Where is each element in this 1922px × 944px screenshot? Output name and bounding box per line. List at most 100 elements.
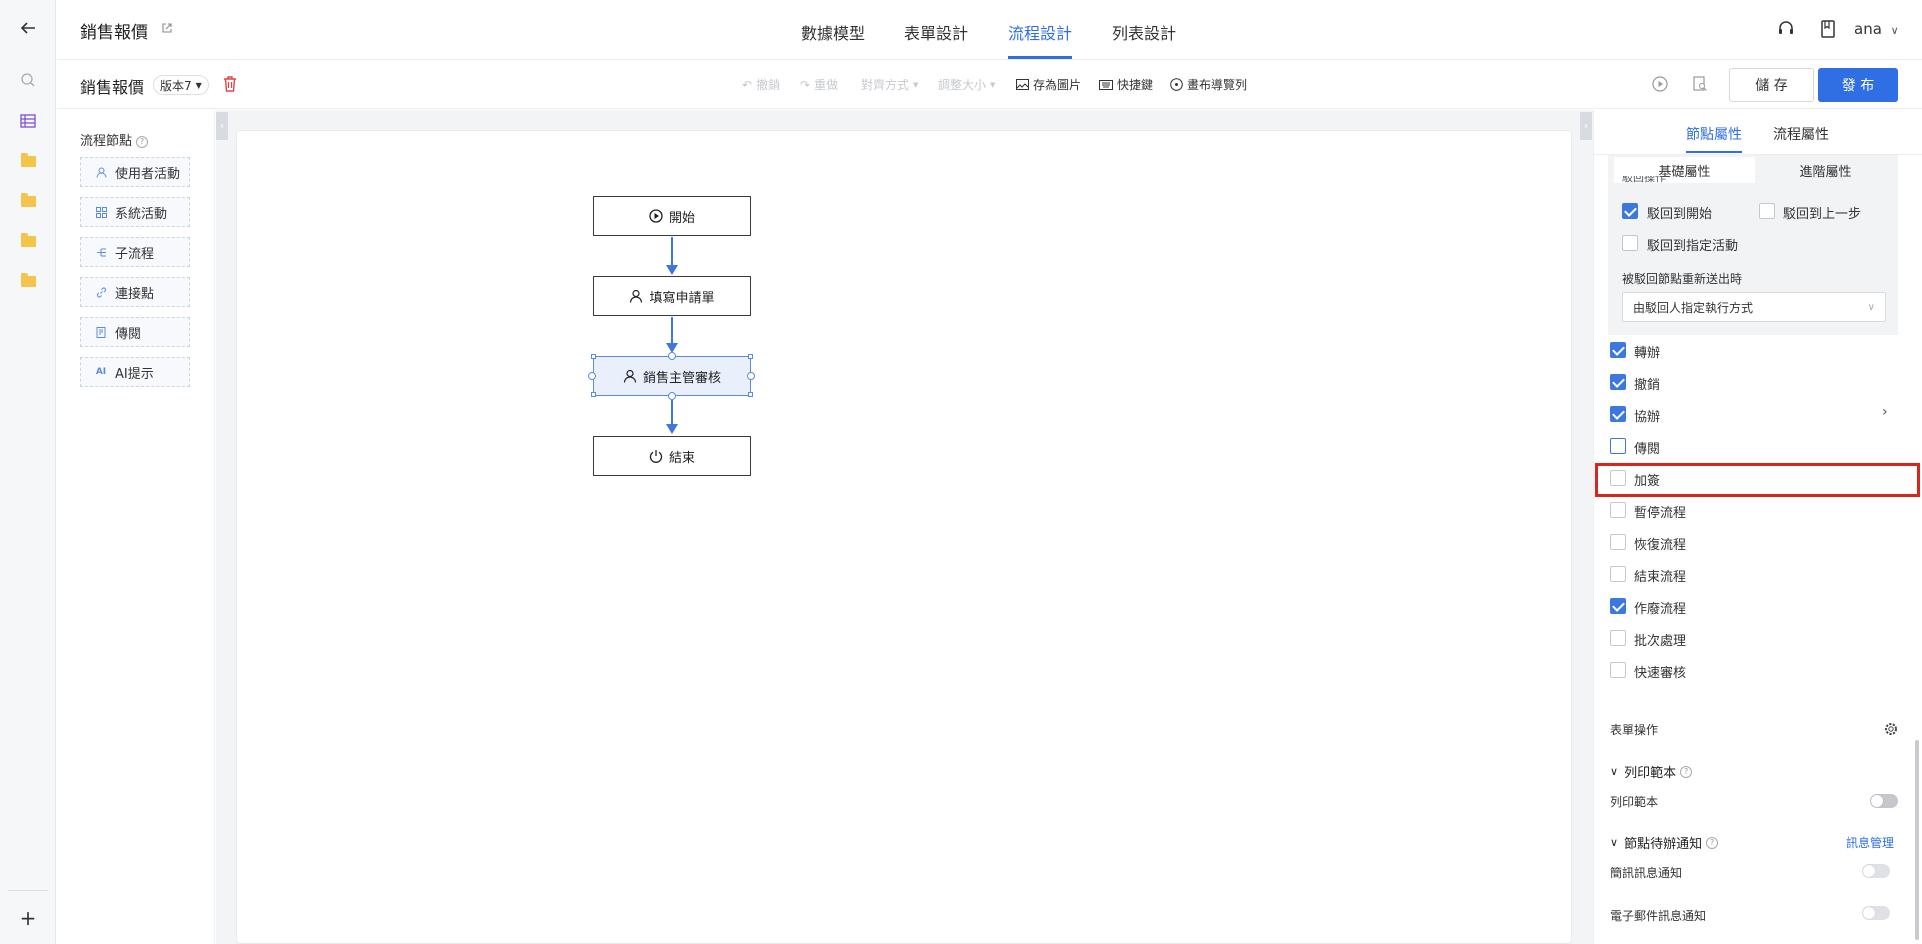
op-label: 恢復流程 [1634,538,1687,553]
external-link-icon[interactable] [161,22,173,38]
palette-item-ai-prompt[interactable]: AI AI提示 [80,357,190,387]
save-image-label: 存為圖片 [1033,78,1082,92]
tab-process-properties[interactable]: 流程屬性 [1773,124,1829,144]
checkbox-reject-to-specified[interactable] [1622,235,1638,251]
print-section-header[interactable]: ∨ 列印範本 ? [1610,762,1693,781]
search-icon[interactable] [18,70,38,90]
active-tab-indicator [1008,56,1072,59]
power-icon [649,450,663,463]
op-label: 協辦 [1634,410,1661,425]
checkbox-void-process[interactable] [1610,598,1626,614]
tab-process-design[interactable]: 流程設計 [1008,20,1072,44]
checkbox-quick-review[interactable] [1610,662,1626,678]
checkbox-add-signer[interactable] [1610,470,1626,486]
resubmit-value: 由駁回人指定執行方式 [1633,300,1754,315]
flow-edge[interactable] [671,237,673,267]
tab-node-properties[interactable]: 節點屬性 [1686,124,1742,144]
checkbox-transfer[interactable] [1610,342,1626,358]
palette-item-user-activity[interactable]: 使用者活動 [80,157,190,187]
sms-notify-toggle[interactable] [1862,864,1890,878]
help-icon[interactable]: ? [1706,836,1719,849]
save-image-button[interactable]: 存為圖片 [1016,76,1081,93]
run-play-icon[interactable] [1652,76,1668,96]
email-notify-toggle[interactable] [1862,906,1890,920]
flow-node-label: 銷售主管審核 [642,370,721,386]
print-toggle[interactable] [1870,794,1898,808]
palette-item-subprocess[interactable]: 子流程 [80,237,190,267]
notify-section-header[interactable]: ∨ 節點待辦通知 ? [1610,833,1719,852]
flow-edge[interactable] [671,317,673,345]
chevron-down-icon: ∨ [1867,301,1875,313]
add-icon[interactable]: + [18,906,38,930]
anchor-handle[interactable] [747,372,755,380]
checkbox-batch[interactable] [1610,630,1626,646]
align-dropdown[interactable]: 對齊方式 ▼ [861,76,918,93]
checkbox-pause-process[interactable] [1610,502,1626,518]
folder-icon[interactable] [18,191,38,211]
shortcuts-button[interactable]: 快捷鍵 [1099,76,1153,93]
help-icon[interactable]: ? [1680,765,1693,778]
folder-icon[interactable] [18,151,38,171]
resize-dropdown[interactable]: 調整大小 ▼ [938,76,995,93]
publish-button[interactable]: 發 布 [1818,68,1898,102]
resize-label: 調整大小 [938,78,987,92]
collapse-left-panel-icon[interactable]: ‹ [216,112,228,140]
app-title: 銷售報價 [80,23,148,43]
chevron-right-icon[interactable]: › [1882,404,1888,420]
palette-item-connector[interactable]: 連接點 [80,277,190,307]
message-management-link[interactable]: 訊息管理 [1846,834,1894,851]
version-select[interactable]: 版本7 ▼ [153,75,209,95]
sms-notify-label: 簡訊訊息通知 [1610,866,1683,880]
tab-list-design[interactable]: 列表設計 [1112,20,1176,44]
chevron-down-icon: ∨ [1610,836,1619,849]
checkbox-circulate[interactable] [1610,438,1626,454]
checkbox-assist[interactable] [1610,406,1626,422]
tab-data-model[interactable]: 數據模型 [801,20,865,44]
undo-button[interactable]: ↶ 撤銷 [742,76,780,93]
redo-button[interactable]: ↷ 重做 [800,76,838,93]
flow-node-sales-manager-review[interactable]: 銷售主管審核 [593,356,751,396]
checkbox-revoke[interactable] [1610,374,1626,390]
back-arrow-icon[interactable] [18,18,38,38]
checkbox-end-process[interactable] [1610,566,1626,582]
flow-canvas[interactable] [236,130,1572,944]
save-button[interactable]: 儲 存 [1729,68,1814,102]
resize-handle[interactable] [591,392,596,397]
delete-trash-icon[interactable] [223,76,237,96]
support-headset-icon[interactable] [1777,20,1795,42]
folder-icon[interactable] [18,231,38,251]
resize-handle[interactable] [748,354,753,359]
book-icon[interactable] [1820,20,1836,42]
anchor-handle[interactable] [588,372,596,380]
tab-form-design[interactable]: 表單設計 [904,20,968,44]
palette-item-circulate[interactable]: 傳閱 [80,317,190,347]
help-icon[interactable]: ? [136,135,149,148]
table-icon[interactable] [18,111,38,131]
resize-handle[interactable] [748,392,753,397]
undo-label: 撤銷 [756,78,781,92]
checkbox-reject-to-previous[interactable] [1759,203,1775,219]
preview-search-doc-icon[interactable] [1692,76,1708,96]
resubmit-select[interactable]: 由駁回人指定執行方式 ∨ [1622,292,1886,322]
flow-node-end[interactable]: 結束 [593,436,751,476]
flow-node-start[interactable]: 開始 [593,196,751,236]
panel-scrollbar[interactable] [1915,740,1919,940]
reject-to-start-label: 駁回到開始 [1647,207,1713,222]
anchor-handle[interactable] [668,392,676,400]
flow-edge[interactable] [671,400,673,425]
user-menu[interactable]: ana ∨ [1854,20,1899,38]
collapse-right-panel-icon[interactable]: › [1580,112,1592,140]
anchor-handle[interactable] [668,352,676,360]
gear-icon[interactable] [1884,722,1898,740]
checkbox-resume-process[interactable] [1610,534,1626,550]
play-circle-icon [649,209,663,223]
op-label: 結束流程 [1634,570,1687,585]
folder-icon[interactable] [18,271,38,291]
palette-item-system-activity[interactable]: 系統活動 [80,197,190,227]
resize-handle[interactable] [591,354,596,359]
checkbox-reject-to-start[interactable] [1622,203,1638,219]
canvas-nav-button[interactable]: 畫布導覽列 [1170,76,1247,93]
subtab-advanced[interactable]: 進階屬性 [1755,157,1896,183]
op-label: 加簽 [1634,474,1661,489]
flow-node-fill-application[interactable]: 填寫申請單 [593,276,751,316]
